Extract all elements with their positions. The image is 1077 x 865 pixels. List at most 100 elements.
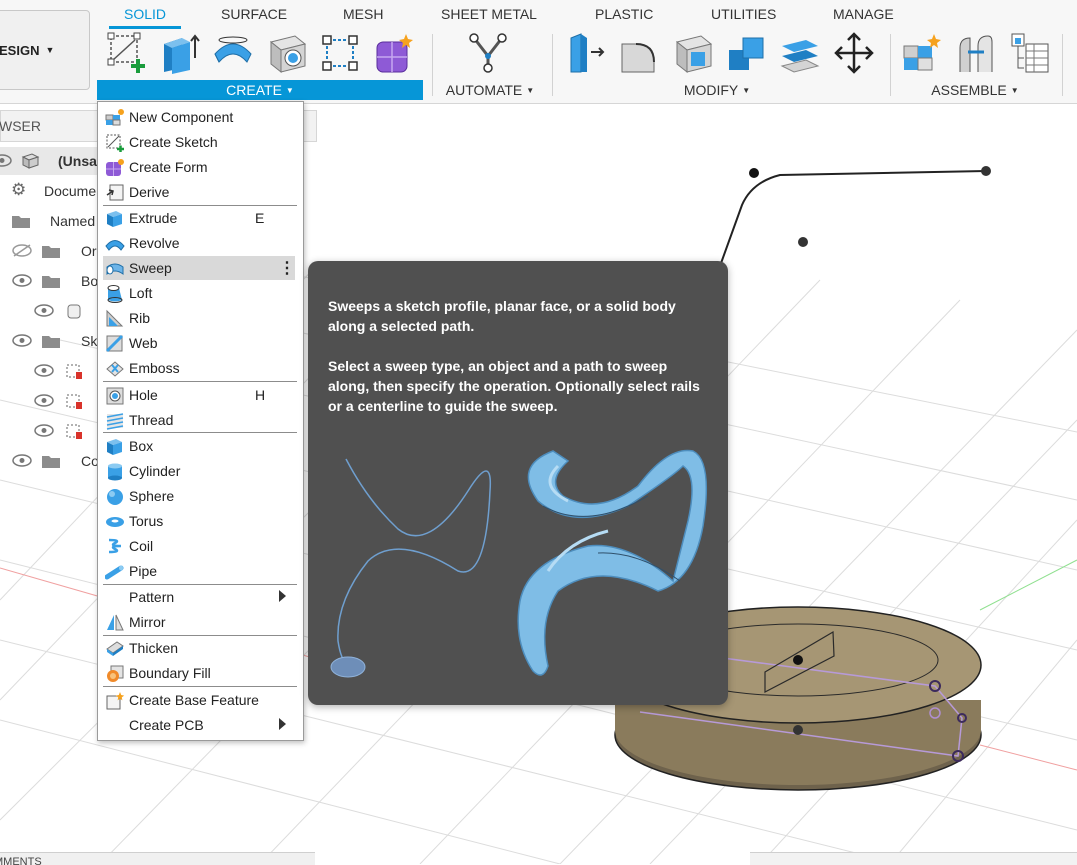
menu-item-create-base-feature[interactable]: Create Base Feature: [103, 688, 295, 712]
comments-panel-header[interactable]: MMENTS: [0, 852, 315, 865]
new-component-icon: [105, 109, 124, 126]
menu-item-box[interactable]: Box: [103, 434, 295, 458]
active-tab-indicator: [109, 26, 181, 29]
bill-of-materials-icon[interactable]: [1010, 32, 1050, 74]
menu-item-create-sketch[interactable]: Create Sketch: [103, 130, 295, 154]
browser-item-named-views[interactable]: Named: [0, 207, 100, 235]
menu-item-new-component[interactable]: New Component: [103, 105, 295, 129]
menu-item-cylinder[interactable]: Cylinder: [103, 459, 295, 483]
menu-item-hole[interactable]: Hole H: [103, 383, 295, 407]
create-form-icon[interactable]: [373, 32, 413, 74]
tab-manage[interactable]: MANAGE: [833, 6, 894, 22]
eye-icon[interactable]: [12, 454, 32, 467]
browser-row-label: (Unsa: [58, 153, 97, 169]
sketch-icon: [66, 364, 82, 379]
menu-item-create-pcb[interactable]: Create PCB: [103, 713, 295, 737]
folder-icon: [12, 216, 30, 228]
automate-icon[interactable]: [468, 32, 508, 74]
chevron-down-icon: ▼: [526, 85, 535, 95]
new-component-icon[interactable]: [902, 32, 942, 74]
menu-item-pipe[interactable]: Pipe: [103, 559, 295, 583]
tab-mesh[interactable]: MESH: [343, 6, 383, 22]
revolve-icon: [105, 240, 125, 251]
fillet-icon[interactable]: [620, 32, 660, 74]
move-icon[interactable]: [834, 32, 874, 74]
automate-menu-button[interactable]: AUTOMATE ▼: [440, 80, 540, 100]
browser-root-document[interactable]: (Unsa: [0, 147, 100, 175]
browser-item-sketch[interactable]: [0, 417, 100, 445]
menu-divider: [103, 686, 297, 687]
browser-item-origin[interactable]: Or: [0, 237, 100, 265]
menu-item-torus[interactable]: Torus: [103, 509, 295, 533]
toolbar: ESIGN ▼ SOLID SURFACE MESH SHEET METAL P…: [0, 0, 1077, 104]
browser-item-sketches[interactable]: Sk: [0, 327, 100, 355]
browser-item-sketch[interactable]: [0, 357, 100, 385]
eye-hidden-icon[interactable]: [12, 244, 32, 257]
browser-row-label: Named: [50, 213, 96, 229]
eye-icon[interactable]: [12, 274, 32, 287]
menu-item-extrude[interactable]: Extrude E: [103, 206, 295, 230]
menu-item-boundary-fill[interactable]: Boundary Fill: [103, 661, 295, 685]
assemble-menu-button[interactable]: ASSEMBLE ▼: [910, 80, 1040, 100]
eye-icon[interactable]: [34, 424, 54, 437]
menu-item-create-form[interactable]: Create Form: [103, 155, 295, 179]
sweep-illustration: [330, 449, 708, 678]
web-icon: [105, 334, 124, 353]
create-sketch-icon[interactable]: [107, 32, 147, 74]
tab-plastic[interactable]: PLASTIC: [595, 6, 653, 22]
eye-icon[interactable]: [0, 154, 12, 167]
workspace-label: ESIGN: [0, 42, 40, 58]
menu-item-thicken[interactable]: Thicken: [103, 636, 295, 660]
eye-icon[interactable]: [34, 304, 54, 317]
menu-item-loft[interactable]: Loft: [103, 281, 295, 305]
menu-item-rib[interactable]: Rib: [103, 306, 295, 330]
chevron-down-icon: ▼: [742, 85, 751, 95]
revolve-icon[interactable]: [213, 32, 253, 74]
combine-icon[interactable]: [727, 32, 767, 74]
tab-surface[interactable]: SURFACE: [221, 6, 287, 22]
rectangular-pattern-icon[interactable]: [320, 32, 360, 74]
browser-item-body[interactable]: [0, 297, 100, 325]
eye-icon[interactable]: [34, 394, 54, 407]
group-divider: [890, 34, 891, 96]
sweep-profile-shape: [330, 656, 366, 678]
hole-icon[interactable]: [267, 32, 307, 74]
menu-item-pattern[interactable]: Pattern: [103, 585, 295, 609]
menu-item-coil[interactable]: Coil: [103, 534, 295, 558]
shell-icon[interactable]: [673, 32, 713, 74]
workspace-switcher-button[interactable]: ESIGN ▼: [0, 10, 90, 90]
tab-sheet-metal[interactable]: SHEET METAL: [441, 6, 537, 22]
eye-icon[interactable]: [12, 334, 32, 347]
extrude-icon: [107, 211, 122, 227]
press-pull-icon[interactable]: [567, 32, 607, 74]
browser-item-sketch[interactable]: [0, 387, 100, 415]
menu-item-emboss[interactable]: Emboss: [103, 356, 295, 380]
chevron-down-icon: ▼: [1010, 85, 1019, 95]
menu-item-mirror[interactable]: Mirror: [103, 610, 295, 634]
extrude-icon[interactable]: [160, 32, 200, 74]
menu-item-web[interactable]: Web: [103, 331, 295, 355]
chevron-down-icon: ▼: [45, 45, 55, 55]
tab-solid[interactable]: SOLID: [124, 6, 166, 22]
joint-icon[interactable]: [956, 32, 996, 74]
menu-item-derive[interactable]: Derive: [103, 180, 295, 204]
swept-body-shape: [517, 449, 708, 676]
browser-item-document-settings[interactable]: ⚙ Docume: [0, 177, 100, 205]
mirror-icon: [107, 614, 124, 631]
menu-item-revolve[interactable]: Revolve: [103, 231, 295, 255]
browser-title: WSER: [0, 118, 41, 134]
menu-item-sphere[interactable]: Sphere: [103, 484, 295, 508]
y-axis-line: [979, 559, 1077, 611]
sketch-path: [719, 166, 991, 267]
browser-item-construction[interactable]: Co: [0, 447, 100, 475]
offset-face-icon[interactable]: [780, 32, 820, 74]
tab-utilities[interactable]: UTILITIES: [711, 6, 776, 22]
menu-item-thread[interactable]: Thread: [103, 408, 295, 432]
more-options-icon[interactable]: ⋮: [279, 258, 295, 278]
create-menu-button[interactable]: CREATE ▼: [97, 80, 423, 100]
eye-icon[interactable]: [34, 364, 54, 377]
browser-item-bodies[interactable]: Bo: [0, 267, 100, 295]
create-sketch-icon: [106, 134, 124, 152]
modify-menu-button[interactable]: MODIFY ▼: [662, 80, 772, 100]
menu-item-sweep[interactable]: Sweep ⋮: [103, 256, 295, 280]
